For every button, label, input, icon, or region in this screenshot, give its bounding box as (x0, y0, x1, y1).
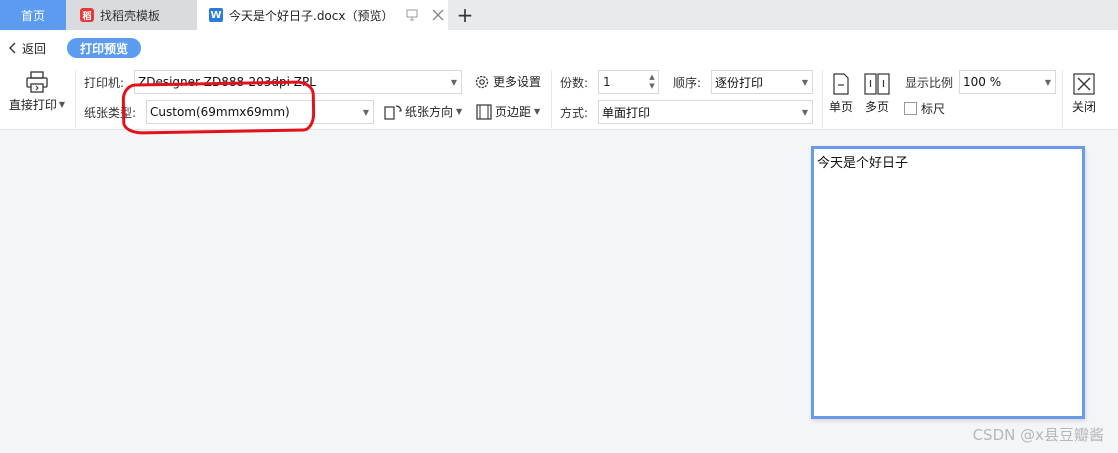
copies-stepper[interactable]: 1 ▲ ▼ (598, 70, 659, 94)
chevron-down-icon: ▼ (1044, 77, 1052, 87)
docer-logo-icon: 稻 (80, 8, 94, 22)
back-button[interactable]: 返回 (8, 39, 46, 57)
close-tab-icon[interactable] (428, 5, 448, 25)
copies-value: 1 (603, 75, 611, 89)
caret-down-icon: ▼ (534, 107, 541, 116)
paper-orientation-label: 纸张方向 (405, 105, 454, 119)
ruler-checkbox[interactable] (904, 102, 917, 115)
multi-page-label: 多页 (864, 100, 889, 114)
tab-document-label: 今天是个好日子.docx（预览） (229, 8, 394, 23)
paper-type-value: Custom(69mmx69mm) (150, 105, 290, 119)
gear-icon (475, 75, 489, 88)
ruler-toggle[interactable]: 标尺 (904, 100, 945, 117)
copies-label: 份数: (560, 76, 589, 90)
printer-label: 打印机: (84, 76, 125, 90)
page-orientation-icon (384, 104, 402, 120)
direct-print-button[interactable]: 直接打印 ▼ (6, 70, 68, 113)
tab-home[interactable]: 首页 (0, 0, 66, 30)
pin-window-icon[interactable] (402, 5, 422, 25)
divider (822, 70, 823, 128)
chevron-down-icon: ▼ (801, 77, 809, 87)
close-label: 关闭 (1072, 100, 1097, 114)
watermark: CSDN @x县豆瓣酱 (972, 426, 1104, 444)
printer-icon (26, 71, 48, 93)
plus-icon: + (456, 3, 474, 27)
caret-down-icon: ▼ (456, 107, 463, 116)
tab-templates-label: 找稻壳模板 (100, 8, 161, 23)
margins-label: 页边距 (495, 105, 532, 119)
single-page-button[interactable]: 单页 (829, 73, 853, 115)
tab-templates[interactable]: 稻 找稻壳模板 (66, 0, 197, 30)
tab-bar: 首页 稻 找稻壳模板 W 今天是个好日子.docx（预览） + (0, 0, 1118, 30)
decrement-icon[interactable]: ▼ (646, 82, 658, 91)
divider (1062, 70, 1063, 128)
writer-doc-icon: W (209, 8, 223, 22)
ruler-label: 标尺 (921, 102, 946, 116)
paper-type-select[interactable]: Custom(69mmx69mm) ▼ (146, 100, 374, 124)
mode-select[interactable]: 单面打印 ▼ (598, 100, 813, 124)
chevron-down-icon: ▼ (801, 107, 809, 117)
more-settings-label: 更多设置 (493, 75, 542, 89)
tab-home-label: 首页 (20, 8, 45, 23)
close-preview-button[interactable]: 关闭 (1072, 73, 1096, 115)
order-label: 顺序: (673, 76, 702, 90)
multi-page-icon (864, 73, 890, 95)
preview-content: 今天是个好日子 (817, 156, 909, 171)
divider (551, 70, 552, 128)
single-page-icon (833, 73, 849, 95)
chevron-down-icon: ▼ (362, 107, 370, 117)
zoom-label: 显示比例 (905, 76, 954, 90)
printer-select[interactable]: ZDesigner ZD888-203dpi ZPL ▼ (134, 70, 462, 94)
new-tab-button[interactable]: + (452, 3, 478, 27)
close-icon (1073, 73, 1095, 95)
margins-icon (476, 103, 492, 120)
zoom-value: 100 % (963, 75, 1002, 89)
caret-down-icon: ▼ (58, 100, 66, 109)
mode-label: 方式: (560, 106, 589, 120)
preview-page: 今天是个好日子 (811, 146, 1085, 419)
back-label: 返回 (22, 41, 47, 56)
paper-orientation-button[interactable]: 纸张方向 ▼ (384, 103, 462, 120)
chevron-down-icon: ▼ (450, 77, 458, 87)
margins-button[interactable]: 页边距 ▼ (476, 103, 540, 120)
tab-document[interactable]: W 今天是个好日子.docx（预览） (197, 0, 448, 30)
zoom-select[interactable]: 100 % ▼ (959, 70, 1056, 94)
more-settings-button[interactable]: 更多设置 (474, 73, 541, 90)
divider (75, 70, 76, 128)
multi-page-button[interactable]: 多页 (864, 73, 890, 115)
mode-value: 单面打印 (602, 105, 651, 120)
printer-value: ZDesigner ZD888-203dpi ZPL (138, 75, 316, 89)
single-page-label: 单页 (829, 100, 854, 114)
order-select[interactable]: 逐份打印 ▼ (711, 70, 813, 94)
increment-icon[interactable]: ▲ (646, 73, 658, 82)
chevron-left-icon (9, 42, 16, 54)
paper-type-label: 纸张类型: (84, 106, 137, 120)
direct-print-label: 直接打印 (8, 98, 57, 112)
print-preview-ribbon: 返回 打印预览 直接打印 ▼ 打印机: ZDesigner ZD888-203d… (0, 30, 1118, 130)
order-value: 逐份打印 (715, 75, 764, 90)
print-preview-tab[interactable]: 打印预览 (67, 38, 141, 58)
